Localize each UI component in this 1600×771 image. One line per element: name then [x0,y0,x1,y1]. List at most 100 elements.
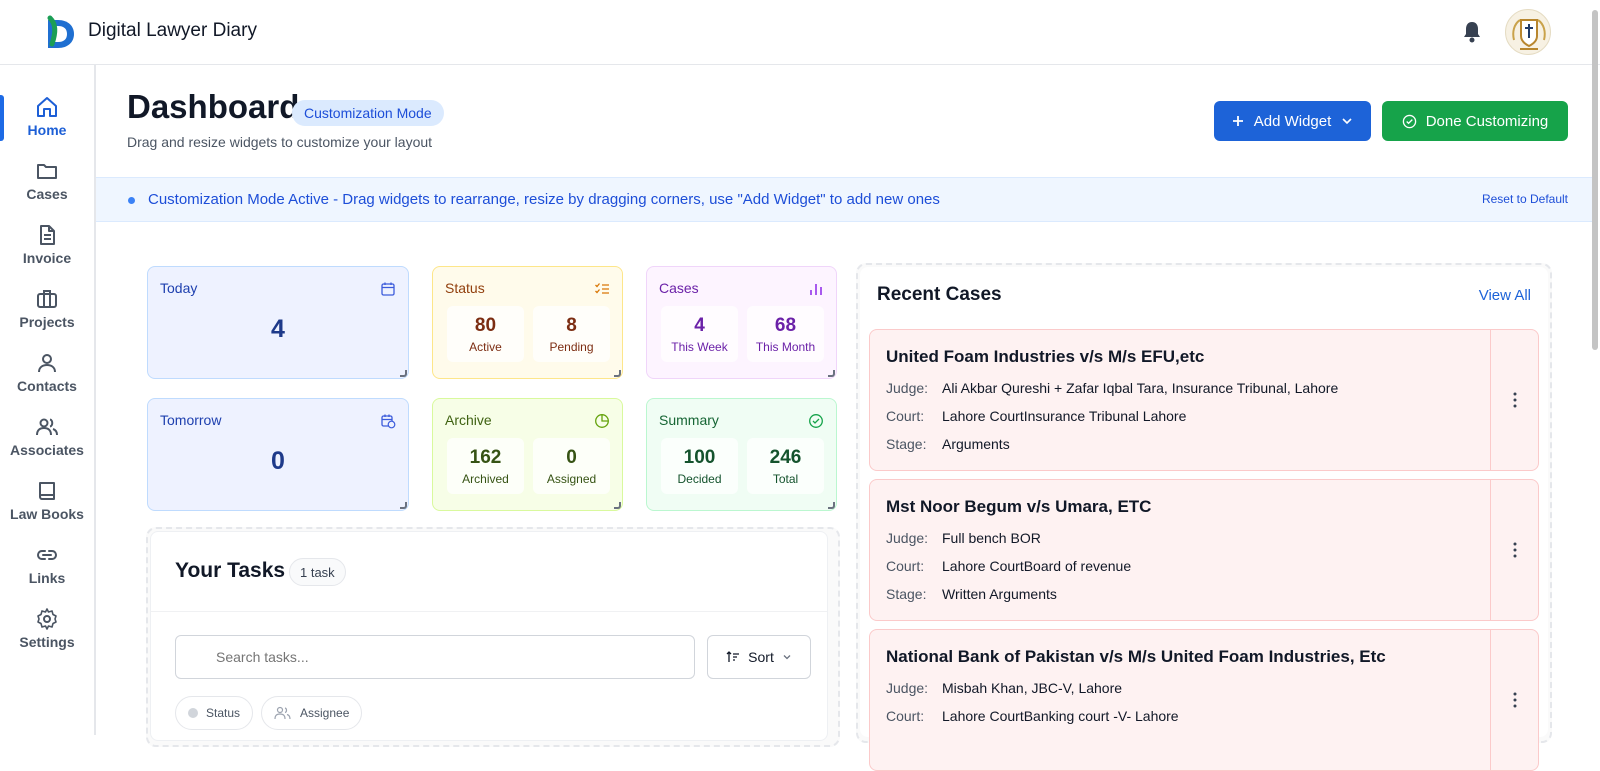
case-court: Court: Lahore CourtInsurance Tribunal Lah… [886,408,1186,424]
sort-icon [726,651,740,662]
case-title: National Bank of Pakistan v/s M/s United… [886,647,1386,666]
stat-label: Archived [462,472,509,486]
plus-icon [1232,116,1243,126]
resize-handle[interactable] [400,502,407,509]
stat-value: 162 [469,447,502,468]
assigned-stat: 0 Assigned [533,438,610,494]
document-icon [40,225,55,245]
law-company-seal-icon [1512,19,1546,50]
pending-stat: 8 Pending [533,306,610,362]
calendar-clock-icon [381,414,396,429]
app-logo[interactable] [44,14,76,50]
widget-title: Cases [659,280,699,296]
view-all-link[interactable]: View All [1479,287,1531,304]
case-judge: Judge: Misbah Khan, JBC-V, Lahore [886,680,1122,696]
sidebar-item-label: Invoice [22,250,72,266]
done-customizing-button[interactable]: Done Customizing [1382,101,1568,141]
field-value: Full bench BOR [942,530,1041,546]
search-tasks-input[interactable] [175,635,695,679]
resize-handle[interactable] [614,370,621,377]
resize-handle[interactable] [828,502,835,509]
sidebar-item-cases[interactable]: Cases [0,159,94,219]
summary-widget[interactable]: Summary 100 Decided 246 Total [646,398,837,511]
kebab-menu-icon[interactable] [1513,542,1517,558]
stat-value: 246 [769,447,802,468]
case-menu-column [1490,330,1538,470]
sidebar-item-label: Home [27,122,67,138]
divider [151,611,827,612]
sort-label: Sort [748,649,774,665]
status-widget[interactable]: Status 80 Active 8 Pending [432,266,623,379]
cases-widget[interactable]: Cases 4 This Week 68 This Month [646,266,837,379]
this-month-stat: 68 This Month [747,306,824,362]
field-label: Court: [886,708,925,724]
sidebar-item-projects[interactable]: Projects [0,287,94,347]
link-icon [36,550,58,560]
users-icon [36,418,58,436]
recent-cases-widget: Recent Cases View All United Foam Indust… [860,267,1548,771]
stat-label: Decided [677,472,722,486]
bell-icon[interactable] [1461,20,1483,44]
page-scrollbar[interactable] [1592,10,1598,350]
sidebar-item-label: Law Books [10,506,84,522]
field-value: Lahore CourtInsurance Tribunal Lahore [942,408,1187,424]
case-stage: Stage: Arguments [886,436,1010,452]
tasks-title: Your Tasks [175,559,286,582]
case-court: Court: Lahore CourtBanking court -V- Laho… [886,708,1179,724]
sidebar-item-links[interactable]: Links [0,543,94,603]
sidebar-item-contacts[interactable]: Contacts [0,351,94,411]
field-label: Judge: [886,380,929,396]
sidebar-item-law-books[interactable]: Law Books [0,479,94,539]
stat-label: Total [772,472,799,486]
resize-handle[interactable] [614,502,621,509]
case-card[interactable]: United Foam Industries v/s M/s EFU,etc J… [869,329,1539,471]
case-judge: Judge: Full bench BOR [886,530,1041,546]
field-label: Court: [886,408,925,424]
page-title: Dashboard [127,88,300,125]
stat-value: 68 [774,315,797,336]
total-stat: 246 Total [747,438,824,494]
sidebar-item-label: Associates [10,442,84,458]
widget-title: Tomorrow [160,412,222,428]
kebab-menu-icon[interactable] [1513,392,1517,408]
case-menu-column [1490,630,1538,770]
chip-label: Status [206,706,241,720]
book-icon [39,482,55,500]
case-court: Court: Lahore CourtBoard of revenue [886,558,1131,574]
resize-handle[interactable] [400,370,407,377]
kebab-menu-icon[interactable] [1513,692,1517,708]
sidebar-item-invoice[interactable]: Invoice [0,223,94,283]
case-title: Mst Noor Begum v/s Umara, ETC [886,497,1152,516]
banner-message: Customization Mode Active - Drag widgets… [148,191,940,208]
sort-button[interactable]: Sort [707,635,811,679]
sidebar-item-settings[interactable]: Settings [0,607,94,667]
sidebar-item-home[interactable]: Home [0,95,94,155]
chevron-down-icon [1342,118,1352,125]
stat-label: Assigned [546,472,597,486]
reset-to-default-link[interactable]: Reset to Default [1482,192,1568,206]
status-dot [188,708,198,718]
add-widget-button[interactable]: Add Widget [1214,101,1371,141]
case-judge: Judge: Ali Akbar Qureshi + Zafar Iqbal Ta… [886,380,1338,396]
stat-label: This Month [755,340,816,354]
field-value: Lahore CourtBanking court -V- Lahore [942,708,1179,724]
today-widget[interactable]: Today 4 [147,266,409,379]
case-stage: Stage: Written Arguments [886,586,1057,602]
case-card[interactable]: Mst Noor Begum v/s Umara, ETC Judge: Full… [869,479,1539,621]
field-label: Judge: [886,680,929,696]
tomorrow-widget[interactable]: Tomorrow 0 [147,398,409,511]
tasks-widget: Your Tasks 1 task Sort Status Assignee [150,531,828,741]
avatar[interactable] [1505,9,1551,55]
done-customizing-label: Done Customizing [1425,112,1549,130]
status-filter-chip[interactable]: Status [175,696,254,730]
sidebar-item-associates[interactable]: Associates [0,415,94,475]
field-value: Written Arguments [942,586,1057,602]
active-stat: 80 Active [447,306,524,362]
briefcase-icon [37,290,57,308]
bar-chart-icon [810,284,822,295]
case-card[interactable]: National Bank of Pakistan v/s M/s United… [869,629,1539,771]
archive-widget[interactable]: Archive 162 Archived 0 Assigned [432,398,623,511]
page-subtitle: Drag and resize widgets to customize you… [127,134,433,150]
resize-handle[interactable] [828,370,835,377]
assignee-filter-chip[interactable]: Assignee [261,696,363,730]
